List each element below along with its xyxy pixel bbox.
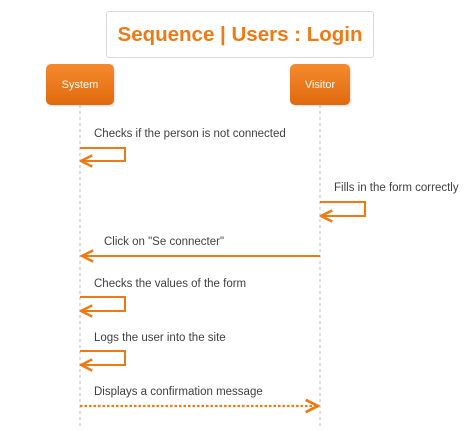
- message-log-user-in: Logs the user into the site: [80, 332, 226, 365]
- message-fill-form: Fills in the form correctly: [320, 182, 459, 216]
- message-click-connect: Click on "Se connecter": [82, 236, 320, 256]
- message-check-form-values: Checks the values of the form: [80, 278, 246, 311]
- sequence-diagram: Checks if the person is not connected Fi…: [79, 105, 459, 428]
- message-label: Logs the user into the site: [94, 332, 226, 344]
- message-label: Fills in the form correctly: [334, 182, 459, 194]
- message-display-confirmation: Displays a confirmation message: [80, 386, 318, 406]
- message-label: Checks if the person is not connected: [94, 128, 286, 140]
- message-label: Checks the values of the form: [94, 278, 246, 290]
- message-label: Displays a confirmation message: [94, 386, 263, 398]
- message-check-connection: Checks if the person is not connected: [80, 128, 286, 161]
- message-label: Click on "Se connecter": [104, 236, 224, 248]
